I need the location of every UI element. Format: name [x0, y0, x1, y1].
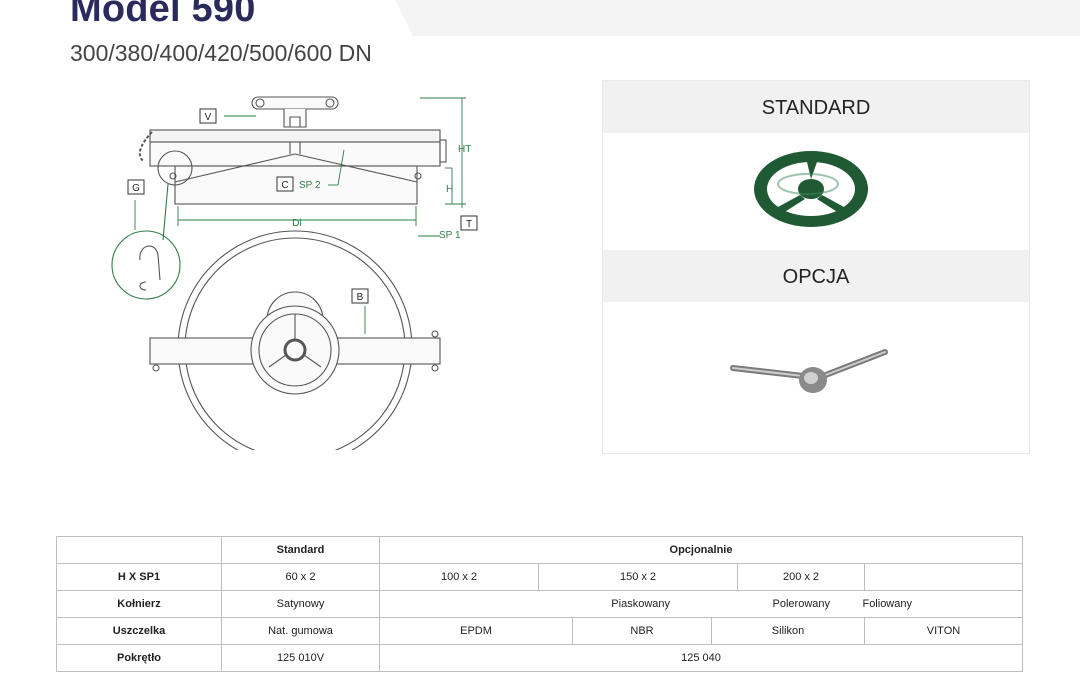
hxsp1-option: 150 x 2	[539, 564, 738, 590]
handle-options-panel: STANDARD OPCJA	[602, 80, 1030, 454]
header-band	[395, 0, 1080, 36]
detail-g-circle	[111, 230, 181, 300]
standard-header: STANDARD	[603, 81, 1029, 133]
hxsp1-standard: 60 x 2	[221, 563, 380, 591]
kolnierz-option: Piaskowany	[611, 598, 670, 610]
label-h: H	[446, 184, 453, 195]
uszczelka-standard: Nat. gumowa	[221, 617, 380, 645]
kolnierz-options: Piaskowany Polerowany Foliowany	[379, 590, 1023, 618]
header-optional: Opcjonalnie	[379, 536, 1023, 564]
label-di: Di	[292, 218, 301, 229]
table-corner	[56, 536, 222, 564]
option-header: OPCJA	[603, 250, 1029, 302]
kolnierz-option: Polerowany	[772, 598, 830, 610]
table-row: Kołnierz Satynowy Piaskowany Polerowany …	[56, 590, 1023, 618]
spec-table: Standard Opcjonalnie H X SP1 60 x 2 100 …	[56, 536, 1023, 672]
label-c: C	[281, 180, 288, 191]
table-row: H X SP1 60 x 2 100 x 2 150 x 2 200 x 2	[56, 563, 1023, 591]
hxsp1-option: 200 x 2	[738, 564, 865, 590]
kolnierz-option: Foliowany	[862, 598, 912, 610]
label-sp1: SP 1	[439, 230, 461, 241]
label-ht: HT	[458, 144, 471, 155]
lid-body	[149, 129, 441, 143]
label-t: T	[466, 219, 472, 230]
uszczelka-option: Silikon	[712, 618, 865, 644]
pokretlo-standard: 125 010V	[221, 644, 380, 672]
uszczelka-options: EPDM NBR Silikon VITON	[379, 617, 1023, 645]
technical-drawing: V G C B T SP 2 SP 1 Di HT H	[111, 96, 478, 450]
standard-handwheel-image	[754, 151, 868, 227]
table-header-row: Standard Opcjonalnie	[56, 536, 1023, 564]
table-row: Pokrętło 125 010V 125 040	[56, 644, 1023, 672]
hxsp1-option: 100 x 2	[380, 564, 539, 590]
handle-bar	[251, 96, 339, 110]
row-label-kolnierz: Kołnierz	[56, 590, 222, 618]
table-row: Uszczelka Nat. gumowa EPDM NBR Silikon V…	[56, 617, 1023, 645]
option-handle-image	[730, 349, 888, 393]
label-g: G	[132, 183, 140, 194]
label-sp2: SP 2	[299, 180, 321, 191]
uszczelka-option: EPDM	[380, 618, 573, 644]
label-b: B	[357, 292, 364, 303]
hxsp1-option	[865, 564, 1022, 590]
hxsp1-options: 100 x 2 150 x 2 200 x 2	[379, 563, 1023, 591]
label-v: V	[205, 112, 212, 123]
header-standard: Standard	[221, 536, 380, 564]
kolnierz-standard: Satynowy	[221, 590, 380, 618]
page-title: Model 590	[70, 0, 256, 30]
row-label-uszczelka: Uszczelka	[56, 617, 222, 645]
handle-bracket	[283, 109, 307, 128]
row-label-hxsp1: H X SP1	[56, 563, 222, 591]
pokretlo-option: 125 040	[379, 644, 1023, 672]
row-label-pokretlo: Pokrętło	[56, 644, 222, 672]
uszczelka-option: VITON	[926, 625, 961, 637]
uszczelka-option: NBR	[573, 618, 712, 644]
page-subtitle: 300/380/400/420/500/600 DN	[70, 40, 372, 66]
